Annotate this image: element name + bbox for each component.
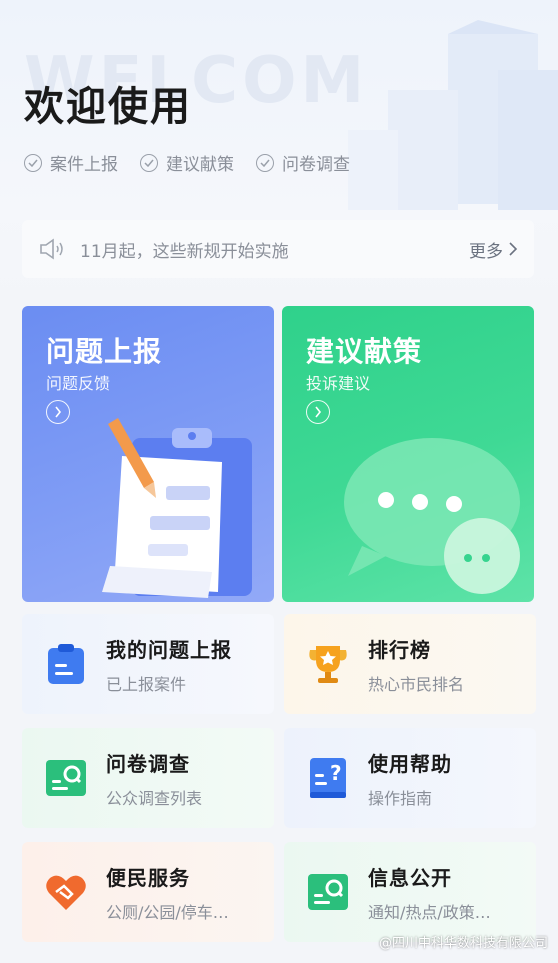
check-circle-icon: [256, 153, 274, 172]
trophy-icon: [309, 646, 347, 683]
tile-title: 信息公开: [368, 865, 452, 890]
tag-label: 案件上报: [50, 155, 118, 175]
feature-tags: 案件上报 建议献策 问卷调查: [24, 150, 350, 175]
card-title: 建议献策: [306, 335, 423, 368]
tile-subtitle: 操作指南: [368, 788, 433, 808]
tag-suggestion: 建议献策: [140, 150, 234, 175]
tag-label: 建议献策: [166, 155, 234, 175]
credit-watermark: @四川中科华数科技有限公司: [378, 936, 548, 951]
clipboard-illustration: [102, 418, 252, 598]
info-disclosure-tile[interactable]: 信息公开 通知/热点/政策…: [284, 842, 536, 942]
convenience-services-tile[interactable]: 便民服务 公厕/公园/停车…: [22, 842, 274, 942]
tile-subtitle: 通知/热点/政策…: [368, 902, 491, 922]
page-title: 欢迎使用: [24, 84, 192, 130]
notice-more-link[interactable]: 更多: [469, 237, 518, 262]
help-tile[interactable]: ? 使用帮助 操作指南: [284, 728, 536, 828]
check-circle-icon: [24, 153, 42, 172]
tile-title: 我的问题上报: [106, 637, 232, 662]
help-book-icon: ?: [310, 758, 346, 798]
tile-subtitle: 已上报案件: [106, 674, 187, 694]
tag-case-report: 案件上报: [24, 150, 118, 175]
card-subtitle: 投诉建议: [306, 374, 371, 393]
tile-subtitle: 热心市民排名: [368, 674, 465, 694]
tile-subtitle: 公厕/公园/停车…: [106, 902, 229, 922]
notice-text: 11月起，这些新规开始实施: [80, 241, 289, 262]
problem-report-card[interactable]: 问题上报 问题反馈: [22, 306, 274, 602]
check-circle-icon: [140, 153, 158, 172]
notice-bar[interactable]: 11月起，这些新规开始实施 更多: [22, 220, 534, 278]
card-subtitle: 问题反馈: [46, 374, 111, 393]
tile-title: 问卷调查: [106, 751, 190, 776]
city-buildings-illustration: [348, 20, 558, 210]
more-label: 更多: [469, 241, 503, 262]
tag-label: 问卷调查: [282, 155, 350, 175]
svg-text:?: ?: [330, 761, 342, 785]
clipboard-icon: [48, 644, 84, 684]
info-public-icon: [308, 874, 348, 910]
tile-title: 排行榜: [368, 637, 431, 662]
speaker-icon: [40, 238, 63, 260]
tile-subtitle: 公众调查列表: [106, 788, 203, 808]
suggestion-card[interactable]: 建议献策 投诉建议: [282, 306, 534, 602]
tag-survey: 问卷调查: [256, 150, 350, 175]
heart-handshake-icon: [46, 875, 86, 910]
leaderboard-tile[interactable]: 排行榜 热心市民排名: [284, 614, 536, 714]
tile-title: 便民服务: [106, 865, 190, 890]
chevron-right-icon: [509, 242, 518, 256]
survey-tile[interactable]: 问卷调查 公众调查列表: [22, 728, 274, 828]
survey-icon: [46, 760, 86, 796]
chat-bubbles-illustration: [344, 438, 520, 594]
my-reports-tile[interactable]: 我的问题上报 已上报案件: [22, 614, 274, 714]
card-title: 问题上报: [46, 335, 163, 368]
tile-title: 使用帮助: [368, 751, 452, 776]
